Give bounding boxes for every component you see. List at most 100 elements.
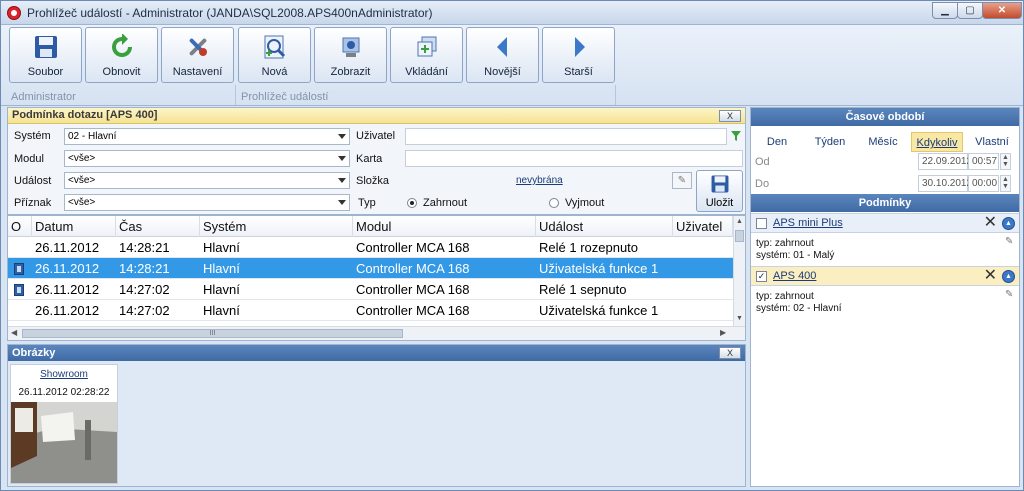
cell-event: Relé 1 sepnuto [539,282,627,297]
scroll-left-icon[interactable]: ◀ [11,328,17,337]
edit-pencil-icon[interactable]: ✎ [1005,236,1013,247]
new-query-button[interactable]: Nová [238,27,311,83]
cell-time: 14:27:02 [119,303,170,318]
condition-item[interactable]: APS mini Plus ✕ ▲ [751,213,1019,233]
window-title: Prohlížeč událostí - Administrator (JAND… [27,6,433,20]
event-select-value: <vše> [68,175,96,186]
folder-label: Složka [356,175,390,187]
vertical-scroll-thumb[interactable] [735,230,744,242]
settings-button[interactable]: Nastavení [161,27,234,83]
horizontal-scroll-thumb[interactable]: III [22,329,403,338]
folder-link[interactable]: nevybrána [516,175,563,186]
chevron-down-icon [338,178,346,183]
close-window-button[interactable]: ✕ [982,2,1022,19]
scroll-right-icon[interactable]: ▶ [720,328,726,337]
save-query-button[interactable]: Uložit [696,170,743,212]
system-select[interactable]: 02 - Hlavní [64,128,350,145]
grid-header: O Datum Čas Systém Modul Událost Uživate… [8,216,733,237]
chevron-down-icon [338,134,346,139]
module-select[interactable]: <vše> [64,150,350,167]
user-label: Uživatel [356,130,396,142]
to-spinner[interactable]: ▲ ▼ [1000,175,1011,192]
include-label: Zahrnout [423,197,468,209]
card-label: Karta [356,153,383,165]
query-panel-title: Podmínka dotazu [APS 400] [12,109,158,121]
column-header-system[interactable]: Systém [200,216,353,237]
collapse-icon[interactable]: ▲ [1002,217,1015,230]
group-divider [615,85,616,105]
table-row[interactable]: 26.11.2012 14:28:21 Hlavní Controller MCA 1… [8,258,733,279]
card-input[interactable] [405,150,743,167]
column-header-time[interactable]: Čas [116,216,200,237]
eraser-icon[interactable]: ✎ [672,172,692,189]
table-row[interactable]: 26.11.2012 14:27:02 Hlavní Controller MCA 1… [8,300,733,321]
tab-custom[interactable]: Vlastní [971,132,1013,152]
maximize-button[interactable]: ▢ [957,2,983,19]
from-time-input[interactable]: 00:57 [968,153,999,170]
cell-date: 26.11.2012 [35,282,100,297]
tab-month[interactable]: Měsíc [863,132,903,152]
file-button[interactable]: Soubor [9,27,82,83]
column-header-module[interactable]: Modul [353,216,536,237]
cell-module: Controller MCA 168 [356,240,470,255]
tab-day[interactable]: Den [759,132,795,152]
to-date-input[interactable]: 30.10.2012 [918,175,972,192]
older-button[interactable]: Starší [542,27,615,83]
include-radio[interactable] [407,198,417,208]
tab-anytime[interactable]: Kdykoliv [911,132,963,152]
table-row[interactable]: 26.11.2012 14:28:21 Hlavní Controller MCA 1… [8,237,733,258]
cell-module: Controller MCA 168 [356,261,470,276]
image-thumbnail[interactable]: Showroom 26.11.2012 02:28:22 [10,364,118,484]
insert-button[interactable]: Vkládání [390,27,463,83]
column-header-user[interactable]: Uživatel [673,216,733,237]
tab-week[interactable]: Týden [809,132,851,152]
images-panel-title: Obrázky [12,347,56,359]
cell-date: 26.11.2012 [35,303,100,318]
ribbon: Soubor Obnovit Nastavení Nová Zobrazit V… [1,25,1023,106]
event-select[interactable]: <vše> [64,172,350,189]
from-spinner[interactable]: ▲ ▼ [1000,153,1011,170]
insert-icon [417,36,436,57]
edit-pencil-icon[interactable]: ✎ [1005,289,1013,300]
cell-time: 14:28:21 [119,261,170,276]
thumbnail-camera-link[interactable]: Showroom [11,369,117,380]
thumbnail-timestamp: 26.11.2012 02:28:22 [18,387,110,398]
user-input[interactable] [405,128,727,145]
column-header-date[interactable]: Datum [32,216,116,237]
cell-event: Relé 1 rozepnuto [539,240,639,255]
table-row[interactable]: 26.11.2012 14:27:02 Hlavní Controller MCA 1… [8,279,733,300]
condition-type: typ: zahrnout [756,291,814,302]
horizontal-scrollbar[interactable]: ◀ III ▶ [8,326,745,340]
query-panel: Podmínka dotazu [APS 400] X Systém 02 - … [7,107,746,215]
column-header-event[interactable]: Událost [536,216,673,237]
remove-condition-icon[interactable]: ✕ [984,267,997,285]
film-icon [14,263,24,275]
exclude-radio[interactable] [549,198,559,208]
vertical-scrollbar[interactable]: ▲ ▼ [733,216,745,326]
refresh-button[interactable]: Obnovit [85,27,158,83]
to-time-input[interactable]: 00:00 [968,175,999,192]
flag-select[interactable]: <vše> [64,194,350,211]
from-date-input[interactable]: 22.09.2012 [918,153,972,170]
condition-item[interactable]: ✓ APS 400 ✕ ▲ [751,266,1019,286]
cell-system: Hlavní [203,282,240,297]
remove-condition-icon[interactable]: ✕ [984,214,997,232]
scroll-down-icon[interactable]: ▼ [735,315,744,323]
column-header-flag[interactable]: O [8,216,32,237]
minimize-button[interactable]: ▁ [932,2,958,19]
time-period-title: Časové období [845,111,925,123]
scroll-up-icon[interactable]: ▲ [735,218,744,226]
filter-icon[interactable] [730,130,742,142]
newer-button[interactable]: Novější [466,27,539,83]
close-images-panel-button[interactable]: X [719,347,741,359]
condition-checkbox[interactable]: ✓ [756,271,767,282]
close-query-panel-button[interactable]: X [719,110,741,122]
display-button[interactable]: Zobrazit [314,27,387,83]
right-panel: Časové období Den Týden Měsíc Kdykoliv V… [750,107,1020,487]
cell-module: Controller MCA 168 [356,282,470,297]
system-select-value: 02 - Hlavní [68,131,117,142]
condition-name[interactable]: APS mini Plus [773,217,843,229]
collapse-icon[interactable]: ▲ [1002,270,1015,283]
condition-checkbox[interactable] [756,218,767,229]
condition-name[interactable]: APS 400 [773,270,816,282]
